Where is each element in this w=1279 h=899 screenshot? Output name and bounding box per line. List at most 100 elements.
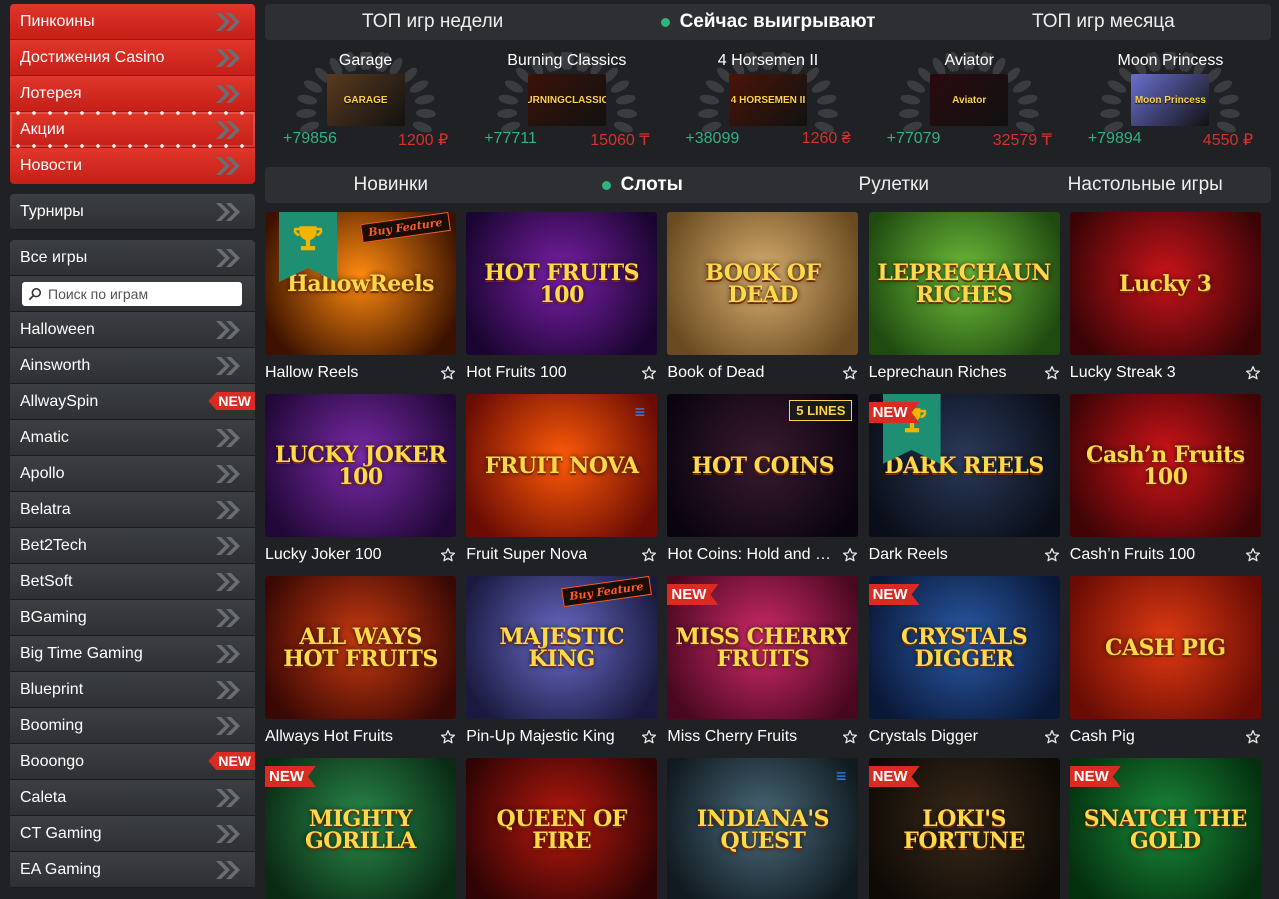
- game-thumbnail[interactable]: CASH PIG: [1069, 576, 1261, 719]
- game-card[interactable]: Cash’n Fruits 100 Cash’n Fruits 100: [1069, 394, 1261, 572]
- tab[interactable]: Слоты: [517, 174, 769, 196]
- game-thumbnail[interactable]: QUEEN OF FIRE: [466, 758, 658, 899]
- winner-game-thumbnail[interactable]: BURNINGCLASSICS: [527, 74, 606, 126]
- search-field[interactable]: [22, 281, 242, 306]
- game-thumbnail[interactable]: ≡ INDIANA'S QUEST: [667, 758, 859, 899]
- game-thumbnail[interactable]: 5 LINES HOT COINS: [667, 394, 859, 537]
- favorite-star-icon[interactable]: [1044, 729, 1060, 745]
- sidebar-item-provider[interactable]: Halloween: [10, 312, 255, 348]
- tab[interactable]: ТОП игр недели: [265, 11, 600, 33]
- sidebar-item-promo[interactable]: Лотерея: [10, 76, 255, 112]
- sidebar-item-label: Лотерея: [20, 84, 82, 102]
- game-card[interactable]: Buy Feature MAJESTIC KING Pin-Up Majestic …: [466, 576, 658, 754]
- winner-game-thumbnail[interactable]: Aviator: [930, 74, 1009, 126]
- game-card[interactable]: Lucky 3 Lucky Streak 3: [1069, 212, 1261, 390]
- game-thumbnail[interactable]: ALL WAYS HOT FRUITS: [265, 576, 456, 719]
- sidebar-item-provider[interactable]: EA Gaming: [10, 852, 255, 888]
- game-thumbnail[interactable]: BOOK OF DEAD: [667, 212, 859, 355]
- game-thumbnail[interactable]: NEW LOKI'S FORTUNE: [868, 758, 1060, 899]
- sidebar-item-provider[interactable]: Booming: [10, 708, 255, 744]
- sidebar-item-provider[interactable]: Amatic: [10, 420, 255, 456]
- game-thumbnail[interactable]: LUCKY JOKER 100: [265, 394, 456, 537]
- sidebar-item-all-games[interactable]: Все игры: [10, 240, 255, 276]
- game-card[interactable]: NEWSNATCH THE GOLDSnatch the Gold: [1069, 758, 1261, 899]
- game-thumbnail[interactable]: NEW MIGHTY GORILLA: [265, 758, 456, 899]
- game-card[interactable]: ≡ FRUIT NOVA Fruit Super Nova: [466, 394, 658, 572]
- game-thumbnail[interactable]: NEW SNATCH THE GOLD: [1069, 758, 1261, 899]
- game-thumbnail[interactable]: ≡ FRUIT NOVA: [466, 394, 658, 537]
- winner-count: +77079: [886, 130, 941, 147]
- favorite-star-icon[interactable]: [440, 365, 456, 381]
- game-card[interactable]: NEWLOKI'S FORTUNELoki's Fortune: [868, 758, 1060, 899]
- winner-card[interactable]: Burning Classics BURNINGCLASSICS +77711 150…: [466, 44, 667, 162]
- winner-card[interactable]: 4 Horsemen II 4 HORSEMEN II +38099 1260 ₴: [667, 44, 868, 162]
- winner-card[interactable]: Garage GARAGE +79856 1200 ₽: [265, 44, 466, 162]
- game-meta: Lucky Streak 3: [1070, 355, 1261, 390]
- sidebar-item-provider[interactable]: Blueprint: [10, 672, 255, 708]
- game-card[interactable]: Buy Feature HallowReels Hallow Reels: [265, 212, 456, 390]
- sidebar-item-promo[interactable]: Акции: [10, 111, 255, 148]
- game-card[interactable]: 5 LINES HOT COINS Hot Coins: Hold and W...: [667, 394, 859, 572]
- sidebar-item-provider[interactable]: Booongo NEW: [10, 744, 255, 780]
- game-thumbnail[interactable]: LEPRECHAUN RICHES: [868, 212, 1060, 355]
- tab[interactable]: Рулетки: [768, 174, 1020, 196]
- sidebar-item-provider[interactable]: AllwaySpin NEW: [10, 384, 255, 420]
- game-thumbnail[interactable]: NEW MISS CHERRY FRUITS: [667, 576, 859, 719]
- game-thumbnail[interactable]: Cash’n Fruits 100: [1069, 394, 1261, 537]
- game-thumbnail[interactable]: HOT FRUITS 100: [466, 212, 658, 355]
- favorite-star-icon[interactable]: [842, 365, 858, 381]
- sidebar-item-provider[interactable]: Apollo: [10, 456, 255, 492]
- sidebar-item-tournaments[interactable]: Турниры: [10, 194, 255, 230]
- sidebar-item-provider[interactable]: Big Time Gaming: [10, 636, 255, 672]
- game-card[interactable]: HOT FRUITS 100 Hot Fruits 100: [466, 212, 658, 390]
- winner-game-thumbnail[interactable]: GARAGE: [326, 74, 405, 126]
- winner-game-thumbnail[interactable]: Moon Princess: [1131, 74, 1210, 126]
- game-thumbnail[interactable]: Buy Feature HallowReels: [265, 212, 456, 355]
- search-input[interactable]: [42, 285, 232, 302]
- sidebar-item-provider[interactable]: Ainsworth: [10, 348, 255, 384]
- game-card[interactable]: ALL WAYS HOT FRUITS Allways Hot Fruits: [265, 576, 456, 754]
- game-card[interactable]: QUEEN OF FIREQueen of Fire: [466, 758, 658, 899]
- game-card[interactable]: LEPRECHAUN RICHES Leprechaun Riches: [868, 212, 1060, 390]
- sidebar-item-promo[interactable]: Новости: [10, 148, 255, 184]
- game-thumbnail[interactable]: NEW DARK REELS: [868, 394, 1060, 537]
- tab[interactable]: ТОП игр месяца: [936, 11, 1271, 33]
- game-card[interactable]: CASH PIG Cash Pig: [1069, 576, 1261, 754]
- sidebar-item-provider[interactable]: Bet2Tech: [10, 528, 255, 564]
- game-card[interactable]: NEW DARK REELS Dark Reels: [868, 394, 1060, 572]
- tab[interactable]: Настольные игры: [1020, 174, 1272, 196]
- sidebar-item-provider[interactable]: Caleta: [10, 780, 255, 816]
- sidebar-item-provider[interactable]: BetSoft: [10, 564, 255, 600]
- sidebar-item-promo[interactable]: Пинкоины: [10, 4, 255, 40]
- sidebar-item-provider[interactable]: BGaming: [10, 600, 255, 636]
- winner-card[interactable]: Aviator Aviator +77079 32579 ₸: [869, 44, 1070, 162]
- sidebar-item-promo[interactable]: Достижения Casino: [10, 40, 255, 76]
- favorite-star-icon[interactable]: [842, 547, 858, 563]
- favorite-star-icon[interactable]: [641, 365, 657, 381]
- favorite-star-icon[interactable]: [440, 547, 456, 563]
- game-card[interactable]: NEW CRYSTALS DIGGER Crystals Digger: [868, 576, 1060, 754]
- winner-card[interactable]: Moon Princess Moon Princess +79894 4550 ₽: [1070, 44, 1271, 162]
- game-card[interactable]: LUCKY JOKER 100 Lucky Joker 100: [265, 394, 456, 572]
- favorite-star-icon[interactable]: [641, 547, 657, 563]
- game-card[interactable]: BOOK OF DEAD Book of Dead: [667, 212, 859, 390]
- favorite-star-icon[interactable]: [1044, 365, 1060, 381]
- game-thumbnail[interactable]: Buy Feature MAJESTIC KING: [466, 576, 658, 719]
- favorite-star-icon[interactable]: [440, 729, 456, 745]
- favorite-star-icon[interactable]: [1245, 547, 1261, 563]
- sidebar-item-provider[interactable]: CT Gaming: [10, 816, 255, 852]
- favorite-star-icon[interactable]: [1044, 547, 1060, 563]
- favorite-star-icon[interactable]: [1245, 365, 1261, 381]
- favorite-star-icon[interactable]: [1245, 729, 1261, 745]
- game-card[interactable]: ≡INDIANA'S QUESTIndiana's Quest: [667, 758, 859, 899]
- winner-game-thumbnail[interactable]: 4 HORSEMEN II: [729, 74, 807, 126]
- favorite-star-icon[interactable]: [842, 729, 858, 745]
- game-thumbnail[interactable]: Lucky 3: [1069, 212, 1261, 355]
- game-thumbnail[interactable]: NEW CRYSTALS DIGGER: [868, 576, 1060, 719]
- tab[interactable]: Сейчас выигрывают: [600, 11, 935, 33]
- sidebar-item-provider[interactable]: Belatra: [10, 492, 255, 528]
- game-card[interactable]: NEW MISS CHERRY FRUITS Miss Cherry Fruits: [667, 576, 859, 754]
- game-card[interactable]: NEWMIGHTY GORILLAMighty Gorilla: [265, 758, 456, 899]
- favorite-star-icon[interactable]: [641, 729, 657, 745]
- tab[interactable]: Новинки: [265, 174, 517, 196]
